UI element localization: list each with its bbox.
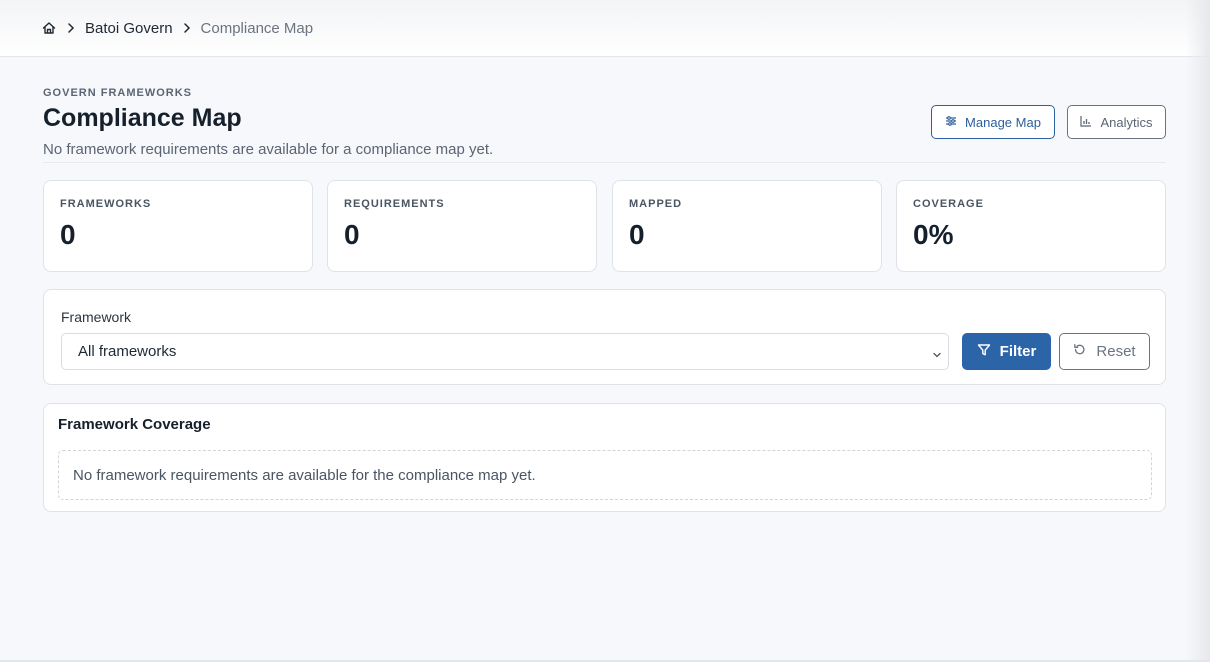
home-icon[interactable] <box>41 20 57 36</box>
framework-select[interactable]: All frameworks <box>61 333 949 370</box>
filter-icon <box>977 343 991 361</box>
stat-card-coverage: COVERAGE 0% <box>896 180 1166 272</box>
chevron-down-icon <box>932 347 942 358</box>
stat-label: MAPPED <box>629 198 683 210</box>
stat-label: FRAMEWORKS <box>60 198 152 210</box>
empty-state-message: No framework requirements are available … <box>58 450 1152 500</box>
chevron-right-icon <box>61 20 81 36</box>
framework-select-value: All frameworks <box>78 343 177 360</box>
page-title: Compliance Map <box>43 104 242 132</box>
reset-button[interactable]: Reset <box>1059 333 1150 370</box>
breadcrumb-item-compliance-map: Compliance Map <box>200 19 314 37</box>
stat-card-requirements: REQUIREMENTS 0 <box>327 180 597 272</box>
framework-coverage-title: Framework Coverage <box>58 416 211 433</box>
scroll-shadow <box>1186 0 1210 662</box>
breadcrumb: Batoi Govern Compliance Map <box>41 20 313 37</box>
stat-card-mapped: MAPPED 0 <box>612 180 882 272</box>
stat-value: 0 <box>60 219 76 250</box>
reset-button-label: Reset <box>1096 343 1136 360</box>
top-bar: Batoi Govern Compliance Map <box>0 0 1210 57</box>
bar-chart-icon <box>1080 115 1092 130</box>
stat-value: 0% <box>913 219 954 250</box>
filter-panel: Framework All frameworks Filter Reset <box>43 289 1166 385</box>
stat-card-frameworks: FRAMEWORKS 0 <box>43 180 313 272</box>
framework-filter-label: Framework <box>61 309 132 325</box>
stat-label: COVERAGE <box>913 198 984 210</box>
stat-value: 0 <box>629 219 645 250</box>
framework-coverage-panel: Framework Coverage No framework requirem… <box>43 403 1166 512</box>
manage-map-label: Manage Map <box>965 114 1041 130</box>
sliders-icon <box>945 115 957 130</box>
filter-button-label: Filter <box>999 343 1037 360</box>
manage-map-button[interactable]: Manage Map <box>931 105 1055 139</box>
analytics-button[interactable]: Analytics <box>1067 105 1166 139</box>
header-divider <box>43 162 1166 163</box>
chevron-right-icon <box>177 20 197 36</box>
page-subtitle: No framework requirements are available … <box>43 141 494 158</box>
analytics-label: Analytics <box>1100 114 1153 130</box>
reset-icon <box>1073 343 1086 360</box>
stat-value: 0 <box>344 219 360 250</box>
stat-label: REQUIREMENTS <box>344 198 445 210</box>
filter-button[interactable]: Filter <box>962 333 1051 370</box>
page-eyebrow: GOVERN FRAMEWORKS <box>43 87 192 99</box>
breadcrumb-item-batoi-govern[interactable]: Batoi Govern <box>85 20 173 37</box>
